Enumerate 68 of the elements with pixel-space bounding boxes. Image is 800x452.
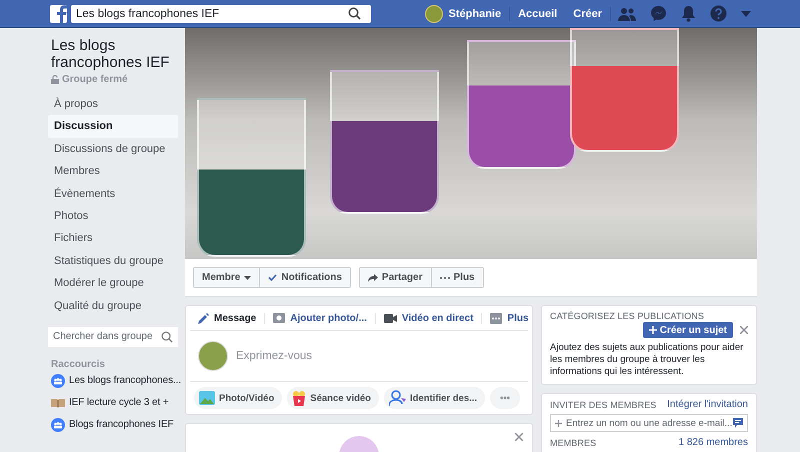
nav-item[interactable]: Évènements [48,182,178,205]
shortcuts-heading: Raccourcis [50,358,106,370]
members-count-link[interactable]: 1 826 membres [678,437,748,448]
caret-icon [244,276,252,280]
invite-field[interactable]: Entrez un nom ou une adresse e-mail... [550,414,748,432]
privacy-label: Groupe fermé [62,74,128,85]
person-tag-icon [388,390,406,406]
nav-item[interactable]: À propos [48,93,178,116]
avatar-icon[interactable] [424,4,443,22]
composer-tab[interactable]: Message [198,312,266,324]
nav-item[interactable]: Discussions de groupe [48,138,178,160]
check-icon [268,274,278,281]
book-icon [51,398,65,408]
composer-button[interactable]: Identifier des... [384,387,486,409]
video-camera-icon [384,314,397,322]
photo-icon [199,391,215,405]
nav-item[interactable]: Modérer le groupe [48,272,178,295]
create-topic-button[interactable]: Créer un sujet [642,322,733,338]
search-field[interactable]: Les blogs francophones IEF [71,4,371,22]
group-search-field[interactable]: Chercher dans groupe [48,326,178,347]
lock-icon [51,75,59,84]
composer-tab[interactable]: Ajouter photo/... [273,312,376,324]
section-title: CATÉGORISEZ LES PUBLICATIONS [550,311,705,321]
avatar-icon [198,341,228,371]
section-title: MEMBRES [550,438,596,448]
composer-button[interactable]: Photo/Vidéo [194,387,282,409]
messenger-icon[interactable] [650,5,667,22]
shortcut-link[interactable]: Blogs francophones IEF [69,419,174,430]
action-button[interactable]: Partager [360,268,432,287]
close-icon[interactable] [740,326,748,334]
embed-link[interactable]: Intégrer l'invitation [667,399,748,410]
description-text: Ajoutez des sujets aux publications pour aider les membres du groupe à trouver les informations qui les intéressent. [550,342,744,378]
caret-icon[interactable] [741,10,751,16]
popcorn-icon [292,390,306,406]
profile-link[interactable]: Stéphanie [448,8,510,20]
contacts-icon[interactable] [733,418,743,428]
search-icon[interactable] [348,7,361,20]
pencil-icon [198,312,209,324]
nav-item[interactable]: Membres [48,160,178,183]
composer-button[interactable]: Séance vidéo [287,387,379,409]
nav-item[interactable]: Statistiques du groupe [48,250,178,272]
search-icon[interactable] [161,330,173,343]
shortcut-link[interactable]: IEF lecture cycle 3 et + [69,397,169,408]
invite-placeholder: Entrez un nom ou une adresse e-mail... [566,418,732,428]
section-title: INVITER DES MEMBRES [550,400,656,410]
nav-link[interactable]: Accueil [510,8,566,20]
group-icon [51,374,65,388]
nav-item[interactable]: Photos [48,204,178,228]
plus-icon [648,326,657,334]
share-icon [368,274,378,282]
logo-icon[interactable] [50,4,67,22]
camera-icon [273,313,286,323]
group-name[interactable]: Les blogs francophones IEF [48,37,178,71]
nav-item[interactable]: Qualité du groupe [48,294,178,317]
nav-item[interactable]: Discussion [48,115,178,138]
help-icon[interactable] [710,5,727,22]
composer-tab[interactable]: Vidéo en direct [384,312,482,324]
more-icon [490,312,502,324]
group-icon [51,418,65,432]
close-icon[interactable] [515,433,523,441]
nav-link[interactable]: Créer [565,8,610,20]
shortcut-link[interactable]: Les blogs francophones... [69,375,182,386]
nav-item[interactable]: Fichiers [48,227,178,250]
friends-icon[interactable] [618,6,636,20]
plus-icon [555,420,562,426]
composer-tab[interactable]: Plus [490,312,537,324]
action-button[interactable]: Membre [194,268,260,287]
bell-icon[interactable] [681,5,696,22]
